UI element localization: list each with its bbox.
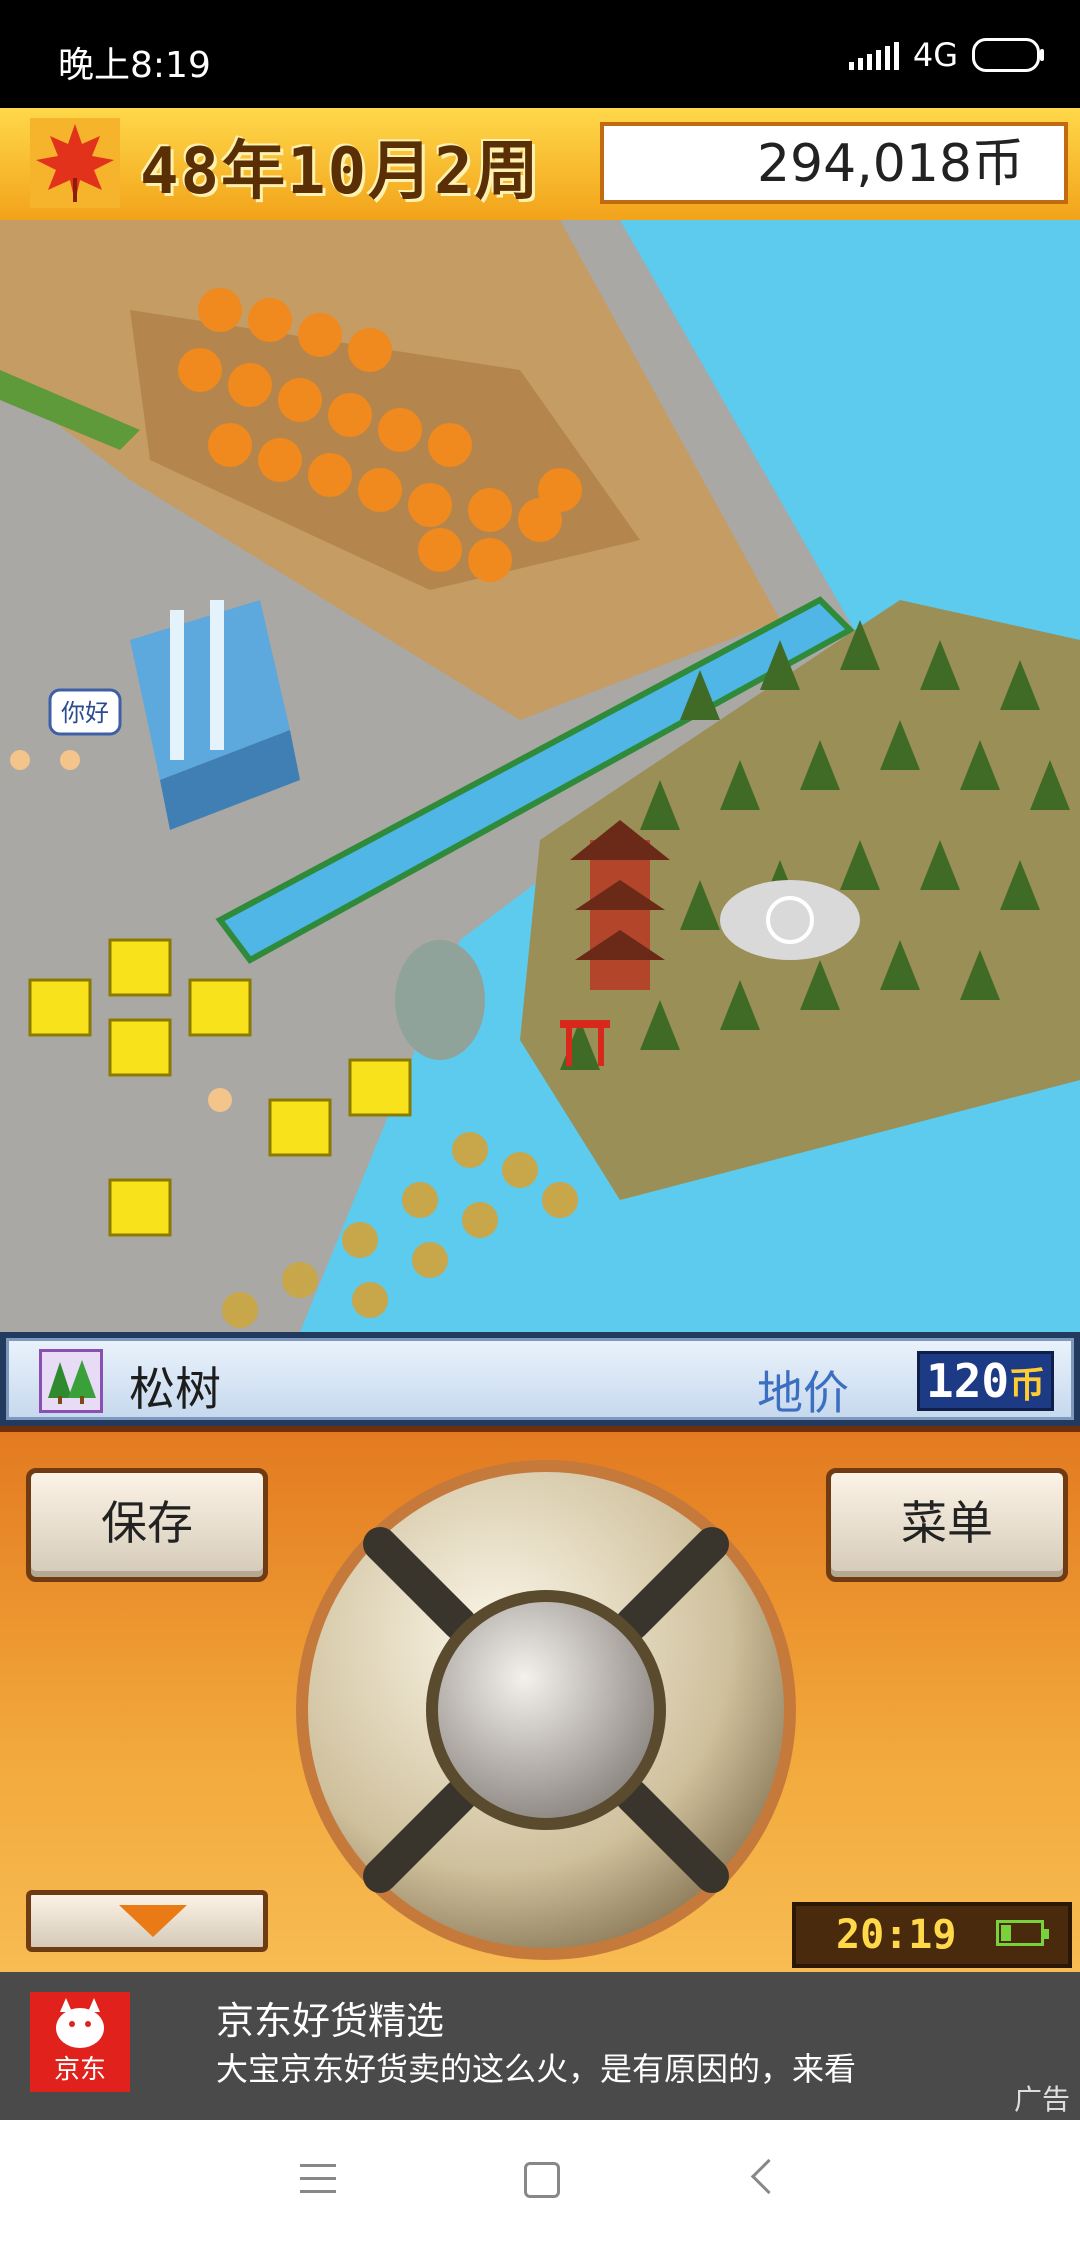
battery-icon bbox=[972, 38, 1044, 72]
speech-bubble: 你好 bbox=[48, 688, 122, 736]
pine-tree-icon bbox=[39, 1349, 103, 1413]
ad-description: 大宝京东好货卖的这么火，是有原因的，来看 bbox=[216, 2050, 857, 2088]
helipad bbox=[720, 880, 860, 960]
jd-logo: 京东 bbox=[30, 1992, 130, 2092]
system-nav-bar bbox=[0, 2120, 1080, 2248]
back-icon[interactable] bbox=[750, 2158, 787, 2195]
dpad-center-button bbox=[438, 1602, 654, 1818]
menu-icon[interactable] bbox=[300, 2164, 336, 2194]
status-time: 晚上8:19 bbox=[58, 45, 211, 86]
game-date: 48年10月2周 bbox=[140, 135, 541, 209]
map-canvas[interactable]: 你好 bbox=[0, 220, 1080, 1332]
save-button[interactable]: 保存 bbox=[26, 1468, 268, 1582]
selection-info-bar: 松树 地价 120币 bbox=[0, 1332, 1080, 1426]
ad-tag: 广告 bbox=[1013, 2083, 1070, 2116]
land-price-label: 地价 bbox=[757, 1366, 849, 1420]
selected-item-name: 松树 bbox=[129, 1362, 221, 1416]
money-display: 294,018币 bbox=[600, 122, 1068, 204]
status-indicators: 4G bbox=[848, 36, 1044, 74]
maple-leaf-icon bbox=[30, 118, 120, 208]
menu-button[interactable]: 菜单 bbox=[826, 1468, 1068, 1582]
directional-pad[interactable] bbox=[290, 1454, 802, 1966]
game-controller: 保存 菜单 20:19 bbox=[0, 1426, 1080, 1972]
network-type: 4G bbox=[912, 36, 958, 74]
svg-text:你好: 你好 bbox=[61, 699, 109, 727]
arrow-down-icon bbox=[119, 1905, 187, 1937]
home-icon[interactable] bbox=[524, 2162, 560, 2198]
expand-down-button[interactable] bbox=[26, 1890, 268, 1952]
ad-title: 京东好货精选 bbox=[216, 1999, 445, 2043]
buddha-statue bbox=[395, 940, 485, 1060]
ad-banner[interactable]: 京东 京东好货精选 大宝京东好货卖的这么火，是有原因的，来看 广告 bbox=[0, 1972, 1080, 2120]
game-clock: 20:19 bbox=[792, 1902, 1072, 1968]
signal-icon bbox=[848, 40, 899, 70]
game-header: 48年10月2周 294,018币 bbox=[0, 108, 1080, 224]
game-battery-icon bbox=[996, 1920, 1049, 1946]
status-bar: 晚上8:19 4G bbox=[0, 0, 1080, 108]
land-price-value: 120币 bbox=[917, 1351, 1055, 1411]
city-map[interactable]: 你好 bbox=[0, 220, 1080, 1332]
